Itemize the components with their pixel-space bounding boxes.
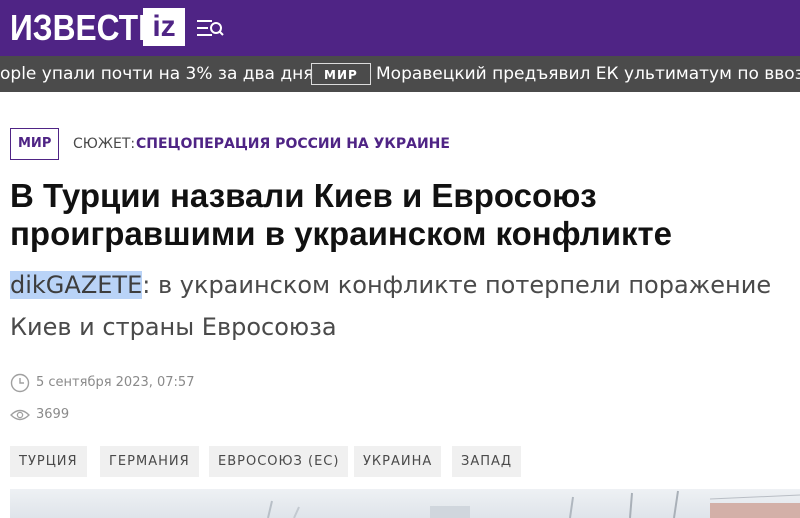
clock-icon [10,373,30,392]
view-count: 3699 [10,402,69,428]
article-photo [10,489,800,518]
section-tag[interactable]: МИР [10,128,60,160]
photo-detail [267,490,800,518]
logo-badge[interactable]: iz [143,8,185,46]
ticker-item[interactable]: ople упали почти на 3% за два дня [0,56,313,92]
news-ticker: ople упали почти на 3% за два дня МИР Мо… [0,56,800,92]
site-header: ИЗВЕСТИЯ iz [0,0,800,56]
tag-germany[interactable]: ГЕРМАНИЯ [100,446,199,477]
tag-ukraine[interactable]: УКРАИНА [354,446,442,477]
tag-turkey[interactable]: ТУРЦИЯ [10,446,87,477]
tag-west[interactable]: ЗАПАД [452,446,522,477]
menu-search-icon[interactable] [197,17,225,39]
date-text: 5 сентября 2023, 07:57 [36,375,195,390]
article-lead: dikGAZETE: в украинском конфликте потерп… [10,264,800,348]
views-text: 3699 [36,407,70,422]
highlighted-source: dikGAZETE [10,271,143,299]
ticker-badge[interactable]: МИР [311,63,371,85]
article-headline: В Турции назвали Киев и Евросоюз проигра… [10,177,673,252]
story-link[interactable]: СПЕЦОПЕРАЦИЯ РОССИИ НА УКРАИНЕ [136,131,450,157]
eye-icon [10,409,30,420]
story-label: СЮЖЕТ: [73,136,136,152]
tag-eu[interactable]: ЕВРОСОЮЗ (ЕС) [209,446,349,477]
ticker-item[interactable]: Моравецкий предъявил ЕК ультиматум по вв… [376,56,800,92]
publish-date: 5 сентября 2023, 07:57 [10,370,194,396]
